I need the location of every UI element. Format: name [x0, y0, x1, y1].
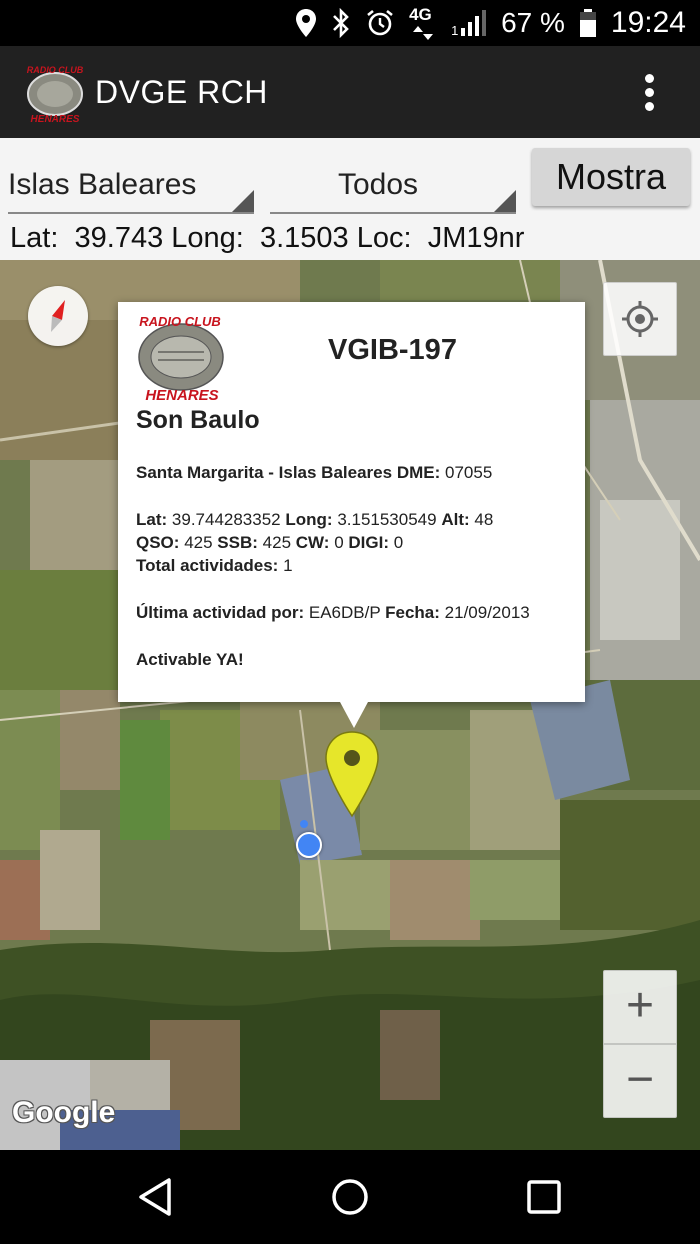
battery-percent: 67 %: [501, 7, 565, 38]
date-value: 21/09/2013: [444, 603, 530, 622]
navigation-bar: [0, 1150, 700, 1244]
network-type: 4G: [409, 5, 432, 24]
cw-label: CW:: [295, 533, 330, 552]
location-line: Santa Margarita - Islas Baleares DME: 07…: [136, 463, 492, 483]
my-location-icon: [622, 301, 658, 337]
alt-value: 48: [474, 510, 494, 529]
my-location-button[interactable]: [603, 282, 677, 356]
alt-label: Alt:: [441, 510, 470, 529]
ssb-label: SSB:: [217, 533, 258, 552]
location-text: Santa Margarita - Islas Baleares: [136, 463, 393, 482]
long-label: Long:: [285, 510, 333, 529]
filter-panel: Islas Baleares Todos Mostra Lat: 39.743 …: [0, 138, 700, 260]
total-label: Total actividades:: [136, 556, 279, 575]
digi-value: 0: [393, 533, 404, 552]
total-value: 1: [283, 556, 293, 575]
info-window[interactable]: RADIO CLUB HENARES VGIB-197 Son Baulo Sa…: [118, 302, 585, 728]
last-activity-line: Última actividad por: EA6DB/P Fecha: 21/…: [136, 603, 530, 623]
date-label: Fecha:: [385, 603, 440, 622]
app-bar: RADIO CLUB HENARES DVGE RCH: [0, 46, 700, 138]
loc-label: Loc:: [356, 222, 412, 254]
qso-label: QSO:: [136, 533, 180, 552]
data-arrows-icon: [413, 26, 434, 40]
region-spinner[interactable]: Islas Baleares: [8, 160, 254, 214]
battery-icon: [579, 9, 596, 37]
radio-club-logo: RADIO CLUB HENARES: [138, 314, 224, 402]
sim-slot: 1: [451, 23, 459, 38]
vertex-marker-icon[interactable]: [324, 730, 380, 818]
qso-line: QSO: 425 SSB: 425 CW: 0 DIGI: 0: [136, 533, 403, 553]
svg-text:RADIO CLUB: RADIO CLUB: [139, 314, 221, 329]
lat-value: 39.743: [74, 222, 164, 254]
app-title: DVGE RCH: [95, 74, 268, 110]
heading-indicator: [300, 820, 308, 828]
status-bar: 4G 1 67 % 19:24: [0, 0, 700, 46]
clock: 19:24: [610, 6, 686, 39]
status-line: Activable YA!: [136, 650, 244, 670]
svg-text:HENARES: HENARES: [145, 387, 218, 402]
type-spinner[interactable]: Todos: [270, 160, 516, 214]
dme-label: DME:: [396, 463, 441, 482]
vertex-code: VGIB-197: [328, 334, 457, 366]
vertex-name: Son Baulo: [136, 406, 260, 434]
coords-line: Lat: 39.744283352 Long: 3.151530549 Alt:…: [136, 510, 493, 530]
info-window-pointer: [340, 702, 368, 728]
dropdown-arrow-icon: [232, 190, 254, 212]
position-readout: Lat: 39.743 Long: 3.1503 Loc: JM19nr: [10, 222, 524, 255]
google-attribution: Google: [12, 1096, 116, 1129]
radio-club-logo: RADIO CLUB HENARES: [27, 65, 84, 124]
overflow-menu-icon[interactable]: [642, 74, 656, 114]
ssb-value: 425: [262, 533, 292, 552]
alarm-icon: [367, 9, 393, 36]
lat-label: Lat:: [10, 222, 59, 254]
region-value: Islas Baleares: [8, 168, 197, 201]
total-line: Total actividades: 1: [136, 556, 293, 576]
compass-icon: [51, 300, 65, 332]
long-label: Long:: [171, 222, 244, 254]
loc-value: JM19nr: [427, 222, 525, 254]
svg-text:RADIO CLUB: RADIO CLUB: [27, 65, 84, 75]
svg-text:HENARES: HENARES: [31, 114, 80, 124]
dropdown-arrow-icon: [494, 190, 516, 212]
compass-button[interactable]: [28, 286, 88, 346]
zoom-in-button[interactable]: +: [603, 970, 677, 1044]
recents-icon[interactable]: [524, 1177, 564, 1217]
type-value: Todos: [338, 168, 419, 201]
signal-indicator: 1: [451, 8, 487, 38]
long-value: 3.151530549: [337, 510, 437, 529]
network-indicator: 4G: [409, 3, 437, 43]
signal-icon: [461, 10, 487, 36]
current-location-dot: [296, 832, 322, 858]
cw-value: 0: [334, 533, 344, 552]
long-value: 3.1503: [259, 222, 349, 254]
show-button[interactable]: Mostra: [532, 148, 690, 206]
lat-label: Lat:: [136, 510, 168, 529]
last-activity-label: Última actividad por:: [136, 603, 305, 622]
qso-value: 425: [184, 533, 213, 552]
home-icon[interactable]: [330, 1177, 370, 1217]
back-icon[interactable]: [136, 1177, 176, 1217]
dme-value: 07055: [445, 463, 493, 482]
activable-status: Activable YA!: [136, 650, 244, 669]
digi-label: DIGI:: [348, 533, 389, 552]
lat-value: 39.744283352: [171, 510, 281, 529]
last-activity-value: EA6DB/P: [308, 603, 381, 622]
zoom-out-button[interactable]: −: [603, 1044, 677, 1118]
location-pin-icon: [296, 9, 317, 37]
bluetooth-icon: [333, 8, 349, 38]
